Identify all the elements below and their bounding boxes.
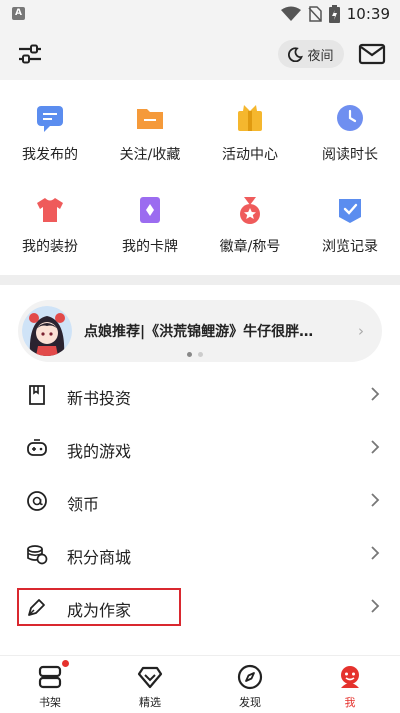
comment-icon: [32, 100, 68, 136]
tab-label: 发现: [239, 696, 261, 709]
profile-icon: [337, 664, 363, 690]
grid-item-browse-history[interactable]: 浏览记录: [300, 176, 400, 258]
menu-item-label: 积分商城: [67, 548, 132, 567]
grid-item-reading-time[interactable]: 阅读时长: [300, 84, 400, 166]
chevron-right-icon: [371, 493, 380, 507]
night-mode-label: 夜间: [307, 48, 334, 64]
card-icon: [132, 192, 168, 228]
grid-item-follow-collect[interactable]: 关注/收藏: [100, 84, 200, 166]
book-icon: [29, 385, 45, 405]
no-sim-icon: [308, 6, 322, 22]
clock-icon: [332, 100, 368, 136]
mail-icon: [358, 43, 386, 65]
tab-me[interactable]: 我: [300, 656, 400, 713]
section-divider: [0, 275, 400, 285]
chevron-right-icon: [371, 440, 380, 454]
grid-item-my-posts[interactable]: 我发布的: [0, 84, 100, 166]
settings-sliders-button[interactable]: [16, 40, 44, 68]
grid-item-activity-center[interactable]: 活动中心: [200, 84, 300, 166]
chevron-right-icon: [371, 546, 380, 560]
messages-button[interactable]: [358, 41, 386, 67]
wifi-icon: [280, 6, 301, 21]
carousel-dot: [198, 352, 203, 357]
grid-item-label: 阅读时长: [322, 147, 378, 163]
grid-item-label: 活动中心: [222, 147, 278, 163]
status-bar: A 10:39: [0, 0, 400, 28]
diamond-icon: [137, 664, 163, 690]
medal-icon: [232, 192, 268, 228]
banner-text: 点娘推荐|《洪荒锦鲤游》牛仔很胖…: [84, 324, 314, 340]
menu-item-label: 新书投资: [67, 389, 132, 408]
banner-avatar: [22, 306, 72, 356]
menu-item-new-book-invest[interactable]: 新书投资: [0, 369, 400, 421]
shirt-icon: [32, 192, 68, 228]
sliders-icon: [19, 44, 41, 64]
tab-discover[interactable]: 发现: [200, 656, 300, 713]
coins-stack-icon: [27, 545, 48, 565]
history-icon: [332, 192, 368, 228]
grid-item-label: 我的装扮: [22, 239, 78, 255]
folder-icon: [132, 100, 168, 136]
coin-icon: [27, 491, 47, 511]
tab-label: 我: [344, 696, 356, 709]
notification-dot: [62, 660, 69, 667]
grid-item-label: 关注/收藏: [119, 147, 181, 163]
tab-bookshelf[interactable]: 书架: [0, 656, 100, 713]
menu-item-points-mall[interactable]: 积分商城: [0, 528, 400, 580]
app-notification-icon: A: [12, 7, 25, 20]
grid-item-my-cards[interactable]: 我的卡牌: [100, 176, 200, 258]
grid-item-label: 徽章/称号: [219, 239, 281, 255]
menu-item-claim-coins[interactable]: 领币: [0, 475, 400, 527]
grid-item-label: 我发布的: [22, 147, 78, 163]
grid-item-label: 我的卡牌: [122, 239, 178, 255]
grid-item-label: 浏览记录: [322, 239, 378, 255]
gamepad-icon: [27, 439, 47, 456]
feature-grid: 我发布的 关注/收藏 活动中心 阅读时长 我的装扮 我的卡牌 徽章/称号 浏览记…: [0, 80, 400, 275]
highlight-box: [17, 588, 181, 626]
chevron-right-icon: [371, 599, 380, 613]
tab-label: 精选: [139, 696, 161, 709]
menu-item-label: 我的游戏: [67, 442, 132, 461]
moon-icon: [288, 46, 304, 62]
battery-icon: [328, 5, 340, 23]
night-mode-button[interactable]: 夜间: [278, 40, 344, 68]
menu-item-label: 领币: [67, 495, 100, 514]
clock-time: 10:39: [346, 5, 390, 23]
menu-item-my-games[interactable]: 我的游戏: [0, 422, 400, 474]
chevron-right-icon: [371, 387, 380, 401]
gift-icon: [232, 100, 268, 136]
carousel-dot-active: [187, 352, 192, 357]
grid-item-my-outfits[interactable]: 我的装扮: [0, 176, 100, 258]
chevron-right-icon: ›: [358, 322, 364, 340]
compass-icon: [237, 664, 263, 690]
tab-featured[interactable]: 精选: [100, 656, 200, 713]
grid-item-badges-titles[interactable]: 徽章/称号: [200, 176, 300, 258]
bottom-tab-bar: 书架 精选 发现 我: [0, 655, 400, 713]
bookshelf-icon: [37, 660, 69, 690]
carousel-dots: [187, 352, 203, 357]
tab-label: 书架: [39, 696, 61, 709]
top-bar: 夜间: [0, 28, 400, 80]
